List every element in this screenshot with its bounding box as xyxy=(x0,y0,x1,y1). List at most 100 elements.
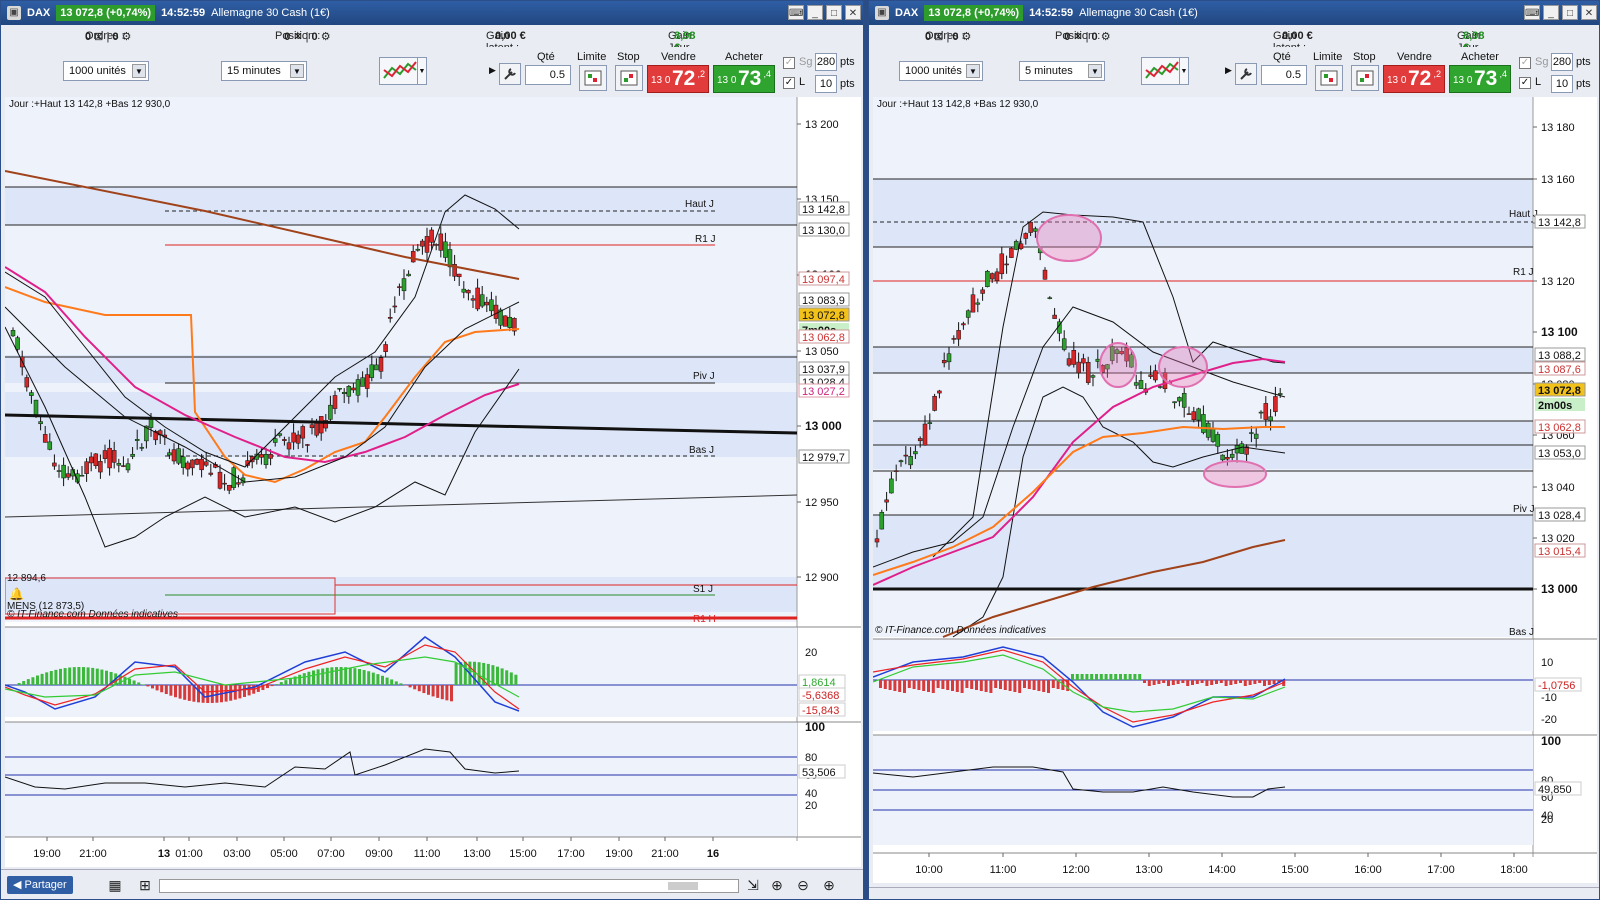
candle-body xyxy=(10,330,16,337)
share-label: Partager xyxy=(24,879,67,891)
candle-body xyxy=(475,287,480,310)
close-icon[interactable]: ✕ xyxy=(845,5,861,20)
level-label: Piv J xyxy=(1513,504,1535,515)
candle-body xyxy=(507,316,513,328)
share-button[interactable]: ◀ Partager xyxy=(7,876,73,894)
zoom-out-icon[interactable]: ⊖ xyxy=(795,877,811,893)
candle-body xyxy=(1061,338,1067,350)
limit-order-button[interactable] xyxy=(579,65,607,91)
macd-histogram-bar xyxy=(509,672,513,685)
pts-input-2[interactable]: 10 xyxy=(815,75,837,93)
price-chart[interactable]: 13 18013 16013 14013 12013 10013 08013 0… xyxy=(872,97,1597,883)
chart-window-dax-5min[interactable]: ▣ DAX 13 072,8 (+0,74%) 14:52:59 Allemag… xyxy=(868,0,1600,900)
chevron-down-icon[interactable]: ▼ xyxy=(290,64,304,78)
units-select[interactable]: 1000 unités ▼ xyxy=(899,61,983,81)
buy-button[interactable]: 13 0 73 ,4 xyxy=(713,65,775,93)
macd-histogram-bar xyxy=(941,680,945,689)
sell-button[interactable]: 13 0 72 ,2 xyxy=(1383,65,1445,93)
minimize-icon[interactable]: _ xyxy=(807,5,823,20)
units-select[interactable]: 1000 unités ▼ xyxy=(63,61,149,81)
zoom-fit-icon[interactable]: ⇲ xyxy=(745,877,761,893)
close-icon[interactable]: ✕ xyxy=(1581,5,1597,20)
window-menu-icon[interactable]: ▣ xyxy=(7,6,21,20)
window-titlebar[interactable]: ▣ DAX 13 072,8 (+0,74%) 14:52:59 Allemag… xyxy=(869,1,1599,25)
price-badge: 13 072,8 (+0,74%) xyxy=(924,5,1024,21)
keyboard-icon[interactable]: ⌨ xyxy=(788,5,804,20)
macd-histogram-bar xyxy=(59,668,62,685)
stop-order-button[interactable] xyxy=(615,65,643,91)
chart-window-dax-15min[interactable]: ▣ DAX 13 072,8 (+0,74%) 14:52:59 Allemag… xyxy=(0,0,864,900)
window-menu-icon[interactable]: ▣ xyxy=(875,6,889,20)
macd-histogram-bar xyxy=(989,680,993,693)
macd-histogram-bar xyxy=(1267,680,1271,685)
price-chart[interactable]: 13 20013 15013 10013 05013 00012 95012 9… xyxy=(4,97,861,867)
calc-icon[interactable]: ⊞ xyxy=(137,877,153,893)
macd-histogram-bar xyxy=(49,671,53,685)
pts-input-1[interactable]: 280 xyxy=(815,53,837,71)
maximize-icon[interactable]: □ xyxy=(826,5,842,20)
highlight-ellipse xyxy=(1203,460,1267,488)
candle-body xyxy=(360,377,365,387)
window-titlebar[interactable]: ▣ DAX 13 072,8 (+0,74%) 14:52:59 Allemag… xyxy=(1,1,863,25)
candle-body xyxy=(185,462,191,470)
candle-body xyxy=(1009,247,1014,258)
candle-body xyxy=(392,305,398,308)
timeframe-select[interactable]: 15 minutes ▼ xyxy=(221,61,307,81)
chevron-down-icon[interactable]: ▼ xyxy=(1179,57,1189,85)
keyboard-icon[interactable]: ⌨ xyxy=(1524,5,1540,20)
pts-input-1[interactable]: 280 xyxy=(1551,53,1573,71)
minimize-icon[interactable]: _ xyxy=(1543,5,1559,20)
qty-input[interactable]: 0.5 xyxy=(525,65,571,85)
time-scrollbar[interactable] xyxy=(159,879,739,893)
buy-button[interactable]: 13 0 73 ,4 xyxy=(1449,65,1511,93)
l-checkbox[interactable]: ✓ xyxy=(783,77,795,89)
chevron-down-icon[interactable]: ▼ xyxy=(132,64,146,78)
buy-price-main: 73 xyxy=(1474,67,1498,90)
zoom-region-icon[interactable]: ⊕ xyxy=(769,877,785,893)
wrench-icon[interactable] xyxy=(1235,63,1257,85)
macd-histogram-bar xyxy=(183,685,187,700)
price-tag-text: 13 028,4 xyxy=(1538,510,1581,522)
zoom-in-icon[interactable]: ⊕ xyxy=(821,877,837,893)
chart-svg[interactable]: 13 18013 16013 14013 12013 10013 08013 0… xyxy=(872,97,1597,883)
level-label: S1 J xyxy=(693,584,713,595)
l-checkbox[interactable]: ✓ xyxy=(1519,77,1531,89)
stop-order-button[interactable] xyxy=(1351,65,1379,91)
sell-button[interactable]: 13 0 72 ,2 xyxy=(647,65,709,93)
maximize-icon[interactable]: □ xyxy=(1562,5,1578,20)
macd-histogram-bar xyxy=(362,670,366,685)
candle-body xyxy=(1205,422,1211,438)
candle-body xyxy=(1225,456,1230,460)
chevron-down-icon[interactable]: ▼ xyxy=(1088,64,1102,78)
collapse-arrow-icon[interactable]: ▶ xyxy=(1225,65,1232,76)
time-axis-label: 11:00 xyxy=(414,848,441,860)
limit-order-button[interactable] xyxy=(1315,65,1343,91)
l-label: L xyxy=(1535,76,1542,88)
candle-body xyxy=(893,470,899,472)
timeframe-value: 15 minutes xyxy=(227,65,281,77)
sg-checkbox[interactable]: ✓ xyxy=(783,57,795,69)
macd-histogram-bar xyxy=(1152,680,1156,685)
candle-body xyxy=(263,454,269,465)
scrollbar-thumb[interactable] xyxy=(668,882,698,890)
timeframe-select[interactable]: 5 minutes ▼ xyxy=(1019,61,1105,81)
macd-histogram-bar xyxy=(1018,680,1022,693)
pts-input-2[interactable]: 10 xyxy=(1551,75,1573,93)
candle-body xyxy=(346,386,352,397)
grid-icon[interactable]: ▦ xyxy=(107,877,123,893)
macd-histogram-bar xyxy=(931,680,935,693)
wrench-icon[interactable] xyxy=(499,63,521,85)
macd-histogram-bar xyxy=(31,677,35,685)
chart-svg[interactable]: 13 20013 15013 10013 05013 00012 95012 9… xyxy=(4,97,861,867)
macd-histogram-bar xyxy=(1200,680,1204,683)
chart-type-button[interactable] xyxy=(379,57,421,85)
chart-type-button[interactable] xyxy=(1141,57,1183,85)
candle-body xyxy=(107,447,112,469)
candle-body xyxy=(190,459,195,469)
chevron-down-icon[interactable]: ▼ xyxy=(417,57,427,85)
macd-histogram-bar xyxy=(1037,680,1041,691)
collapse-arrow-icon[interactable]: ▶ xyxy=(489,65,496,76)
qty-input[interactable]: 0.5 xyxy=(1261,65,1307,85)
chevron-down-icon[interactable]: ▼ xyxy=(966,64,980,78)
sg-checkbox[interactable]: ✓ xyxy=(1519,57,1531,69)
